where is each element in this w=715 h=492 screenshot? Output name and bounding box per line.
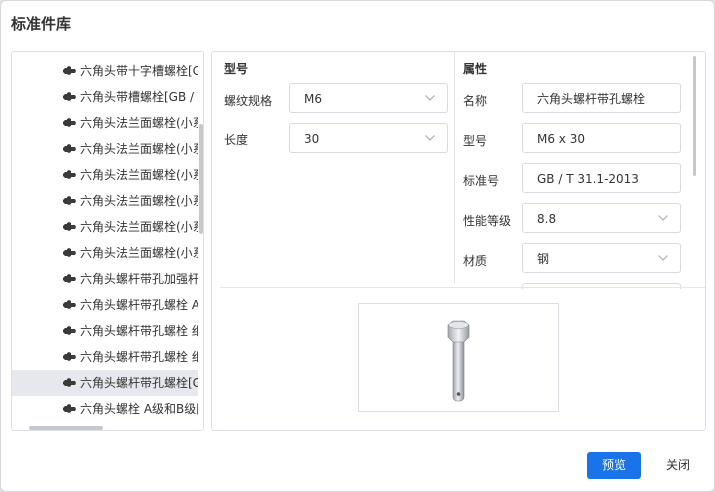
standard-parts-dialog: 标准件库 六角头带十字槽螺栓[G 六角头带槽螺栓[GB / T 六角头法兰面螺栓(小… (0, 0, 715, 492)
tree-item[interactable]: 六角头螺杆带孔螺栓 细 (12, 318, 198, 344)
tree-item-label: 六角头法兰面螺栓(小系 (80, 194, 198, 208)
tree-item-label: 六角头法兰面螺栓(小系 (80, 220, 198, 234)
material-value: 钢 (537, 252, 550, 266)
thread-spec-value: M6 (304, 92, 322, 106)
tree-item[interactable]: 六角头带槽螺栓[GB / T (12, 84, 198, 110)
grade-value: 8.8 (537, 212, 557, 226)
chevron-down-icon (658, 215, 668, 221)
bolt-icon (63, 300, 76, 309)
bolt-icon (63, 118, 76, 127)
name-value: 六角头螺杆带孔螺栓 (537, 92, 646, 106)
thread-spec-label: 螺纹规格 (224, 94, 273, 108)
bolt-icon (63, 92, 76, 101)
length-label: 长度 (224, 133, 249, 147)
details-panel: 型号 螺纹规格 M6 长度 30 属性 名称 六角头螺杆带孔螺栓 型号 M6 x… (211, 51, 706, 431)
bolt-icon (63, 196, 76, 205)
tree-item-label: 六角头螺杆带孔螺栓[G (80, 376, 198, 390)
bolt-icon (63, 404, 76, 413)
next-property-field-partial[interactable] (522, 283, 681, 289)
standard-no-field[interactable]: GB / T 31.1-2013 (522, 163, 681, 193)
tree-item[interactable]: 六角头螺杆带孔螺栓[G (12, 370, 198, 396)
tree-item-label: 六角头法兰面螺栓(小系 (80, 116, 198, 130)
tree-item-label: 六角头法兰面螺栓(小系 (80, 168, 198, 182)
bolt-icon (63, 170, 76, 179)
tree-item-label: 六角头带槽螺栓[GB / T (80, 90, 198, 104)
bolt-icon (63, 352, 76, 361)
name-field[interactable]: 六角头螺杆带孔螺栓 (522, 83, 681, 113)
tree-horizontal-scrollbar[interactable] (29, 426, 103, 430)
tree-item[interactable]: 六角头法兰面螺栓(小系 (12, 188, 198, 214)
tree-item[interactable]: 六角头螺杆带孔螺栓 A (12, 292, 198, 318)
tree-item[interactable]: 六角头法兰面螺栓(小系 (12, 110, 198, 136)
length-select[interactable]: 30 (289, 123, 448, 153)
chevron-down-icon (658, 255, 668, 261)
parts-tree[interactable]: 六角头带十字槽螺栓[G 六角头带槽螺栓[GB / T 六角头法兰面螺栓(小系 六角头法… (11, 51, 204, 431)
tree-item[interactable]: 六角头法兰面螺栓(小系 (12, 162, 198, 188)
length-value: 30 (304, 132, 320, 146)
model-section-title: 型号 (224, 62, 249, 76)
tree-item-label: 六角头法兰面螺栓(小系 (80, 142, 198, 156)
model-no-value: M6 x 30 (537, 132, 585, 146)
material-select[interactable]: 钢 (522, 243, 681, 273)
tree-item-label: 六角头螺栓 A级和B级[ (80, 402, 198, 416)
properties-section-title: 属性 (463, 62, 488, 76)
section-divider (454, 52, 455, 284)
chevron-down-icon (425, 135, 435, 141)
thread-spec-select[interactable]: M6 (289, 83, 448, 113)
bolt-icon (63, 222, 76, 231)
material-label: 材质 (463, 254, 488, 268)
bolt-icon (63, 378, 76, 387)
bolt-icon (63, 326, 76, 335)
grade-select[interactable]: 8.8 (522, 203, 681, 233)
tree-item[interactable]: 六角头法兰面螺栓(小系 (12, 240, 198, 266)
name-label: 名称 (463, 94, 488, 108)
bolt-icon (63, 144, 76, 153)
properties-scrollbar[interactable] (693, 56, 696, 176)
tree-item[interactable]: 六角头螺杆带孔螺栓 细 (12, 344, 198, 370)
tree-item-label: 六角头带十字槽螺栓[G (80, 64, 198, 78)
tree-item[interactable]: 六角头法兰面螺栓(小系 (12, 136, 198, 162)
tree-item-label: 六角头螺杆带孔加强杆 (80, 272, 198, 286)
tree-item-label: 六角头螺杆带孔螺栓 A (80, 298, 198, 312)
tree-item[interactable]: 六角头螺杆带孔加强杆 (12, 266, 198, 292)
tree-item[interactable]: 六角头带十字槽螺栓[G (12, 58, 198, 84)
chevron-down-icon (425, 95, 435, 101)
dialog-title: 标准件库 (11, 15, 72, 33)
tree-item[interactable]: 六角头法兰面螺栓(小系 (12, 214, 198, 240)
bolt-preview-image (447, 320, 470, 402)
standard-no-value: GB / T 31.1-2013 (537, 172, 639, 186)
model-no-label: 型号 (463, 134, 488, 148)
model-no-field[interactable]: M6 x 30 (522, 123, 681, 153)
bolt-icon (63, 66, 76, 75)
bolt-icon (63, 274, 76, 283)
tree-item-label: 六角头螺杆带孔螺栓 细 (80, 324, 198, 338)
preview-divider (220, 287, 705, 288)
standard-no-label: 标准号 (463, 174, 500, 188)
part-preview (358, 303, 559, 412)
tree-item-label: 六角头法兰面螺栓(小系 (80, 246, 198, 260)
tree-item[interactable]: 六角头螺栓 A级和B级[ (12, 396, 198, 422)
grade-label: 性能等级 (463, 214, 512, 228)
tree-vertical-scrollbar[interactable] (199, 52, 203, 430)
tree-scroll-thumb[interactable] (199, 124, 203, 234)
close-button[interactable]: 关闭 (656, 452, 700, 479)
bolt-icon (63, 248, 76, 257)
preview-button[interactable]: 预览 (587, 452, 641, 479)
tree-item-label: 六角头螺杆带孔螺栓 细 (80, 350, 198, 364)
